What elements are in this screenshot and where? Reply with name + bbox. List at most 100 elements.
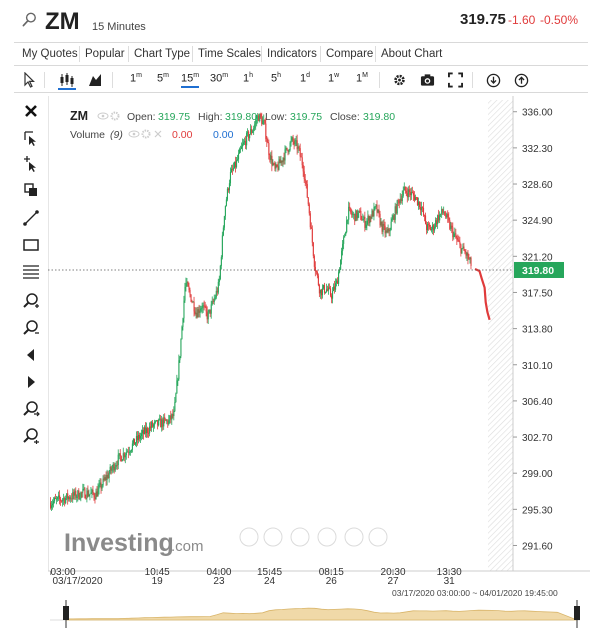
rectangle-tool-icon[interactable] (22, 236, 40, 254)
upload-cloud-icon[interactable] (514, 72, 529, 88)
scroll-right-icon[interactable] (22, 373, 40, 391)
candle-body (185, 283, 187, 287)
zoom-out-icon[interactable] (22, 319, 40, 337)
candle-body (284, 149, 286, 161)
timeframe-1M[interactable]: 1M (356, 72, 368, 88)
area-chart-type-icon[interactable] (88, 72, 102, 88)
legend-symbol: ZM (70, 109, 88, 123)
trend-line-icon[interactable] (22, 209, 40, 227)
interval-label: 15 Minutes (92, 21, 146, 33)
candlestick-type-icon[interactable] (58, 72, 76, 90)
timeframe-1w[interactable]: 1w (328, 72, 339, 88)
scroll-left-icon[interactable] (22, 346, 40, 364)
timeframe-30m[interactable]: 30m (210, 72, 228, 88)
timeframe-5h[interactable]: 5h (271, 72, 281, 88)
menu-indicators[interactable]: Indicators (267, 48, 317, 60)
legend-volume-param: (9) (110, 129, 123, 141)
candle-body (365, 224, 367, 228)
candle-body (175, 393, 177, 402)
menu-my-quotes[interactable]: My Quotes (22, 48, 78, 60)
navigator-left-handle[interactable] (63, 600, 69, 628)
candle-body (55, 497, 57, 499)
candle-body (462, 246, 464, 249)
timeframe-5m[interactable]: 5m (157, 72, 169, 88)
candle-body (108, 473, 110, 479)
search-icon[interactable] (22, 12, 37, 27)
candle-body (89, 493, 91, 495)
candle-body (459, 241, 461, 245)
volume-value-1: 0.00 (172, 129, 193, 141)
cursor-select-icon[interactable] (22, 129, 40, 147)
timeframe-1d[interactable]: 1d (300, 72, 310, 88)
candle-body (283, 157, 285, 161)
candle-body (146, 428, 148, 434)
candle-body (74, 490, 76, 496)
candle-body (69, 497, 71, 500)
navigator-right-handle[interactable] (574, 600, 580, 628)
y-tick-label: 313.80 (522, 325, 553, 336)
menu-divider (128, 46, 129, 62)
chart-area[interactable]: ZM Open: 319.75 High: 319.80 Low: 319.75… (47, 96, 590, 596)
candle-body (281, 160, 283, 163)
candle-body (374, 206, 376, 208)
candle-body (210, 304, 212, 314)
candle-body (228, 183, 231, 191)
menu-about-chart[interactable]: About Chart (381, 48, 442, 60)
magnifier-reset-icon[interactable] (22, 427, 40, 445)
candle-body (470, 257, 472, 266)
cursor-icon[interactable] (23, 72, 35, 88)
candle-body (437, 215, 439, 225)
timeframe-1m[interactable]: 1m (130, 72, 142, 88)
candle-body (112, 464, 114, 469)
candle-body (433, 225, 435, 231)
candle-body (205, 306, 207, 312)
candle-body (359, 210, 361, 212)
candle-body (181, 326, 183, 340)
candle-body (249, 134, 251, 139)
candle-body (346, 220, 348, 233)
candle-body (386, 230, 388, 233)
candlestick-chart[interactable]: ZM Open: 319.75 High: 319.80 Low: 319.75… (47, 96, 590, 596)
candle-body (224, 205, 226, 217)
magnifier-move-icon[interactable] (22, 400, 40, 418)
candle-body (252, 131, 254, 133)
candle-body (186, 282, 188, 284)
download-cloud-icon[interactable] (486, 72, 501, 88)
horizontal-lines-icon[interactable] (22, 262, 40, 280)
candle-body (225, 199, 227, 206)
timeframe-15m[interactable]: 15m (181, 72, 200, 88)
settings-gear-icon[interactable] (392, 72, 407, 88)
y-tick-label: 336.00 (522, 108, 553, 119)
menu-time-scales[interactable]: Time Scales (198, 48, 261, 60)
zoom-in-icon[interactable] (22, 292, 40, 310)
candle-body (192, 301, 194, 303)
copy-icon[interactable] (22, 181, 40, 199)
candle-body (438, 215, 440, 221)
candle-body (458, 240, 460, 242)
candle-body (60, 499, 62, 501)
time-navigator[interactable] (50, 598, 590, 631)
candle-body (202, 305, 204, 308)
menu-compare[interactable]: Compare (326, 48, 373, 60)
timeframe-1h[interactable]: 1h (243, 72, 253, 88)
fullscreen-icon[interactable] (448, 72, 463, 88)
candle-body (291, 137, 293, 141)
candle-body (361, 219, 363, 221)
candle-body (347, 219, 349, 221)
candle-body (176, 380, 178, 394)
candle-body (68, 497, 70, 500)
candle-body (110, 466, 112, 471)
menu-popular[interactable]: Popular (85, 48, 125, 60)
candle-body (364, 216, 366, 228)
candle-body (349, 206, 351, 208)
crosshair-cursor-icon[interactable] (22, 155, 40, 173)
close-icon[interactable] (22, 102, 40, 120)
candle-body (204, 305, 206, 307)
candle-body (289, 142, 291, 151)
menu-chart-type[interactable]: Chart Type (134, 48, 190, 60)
candle-body (166, 420, 168, 422)
candle-body (275, 164, 277, 169)
candle-body (293, 141, 295, 145)
camera-icon[interactable] (420, 72, 435, 88)
candle-body (208, 309, 210, 313)
